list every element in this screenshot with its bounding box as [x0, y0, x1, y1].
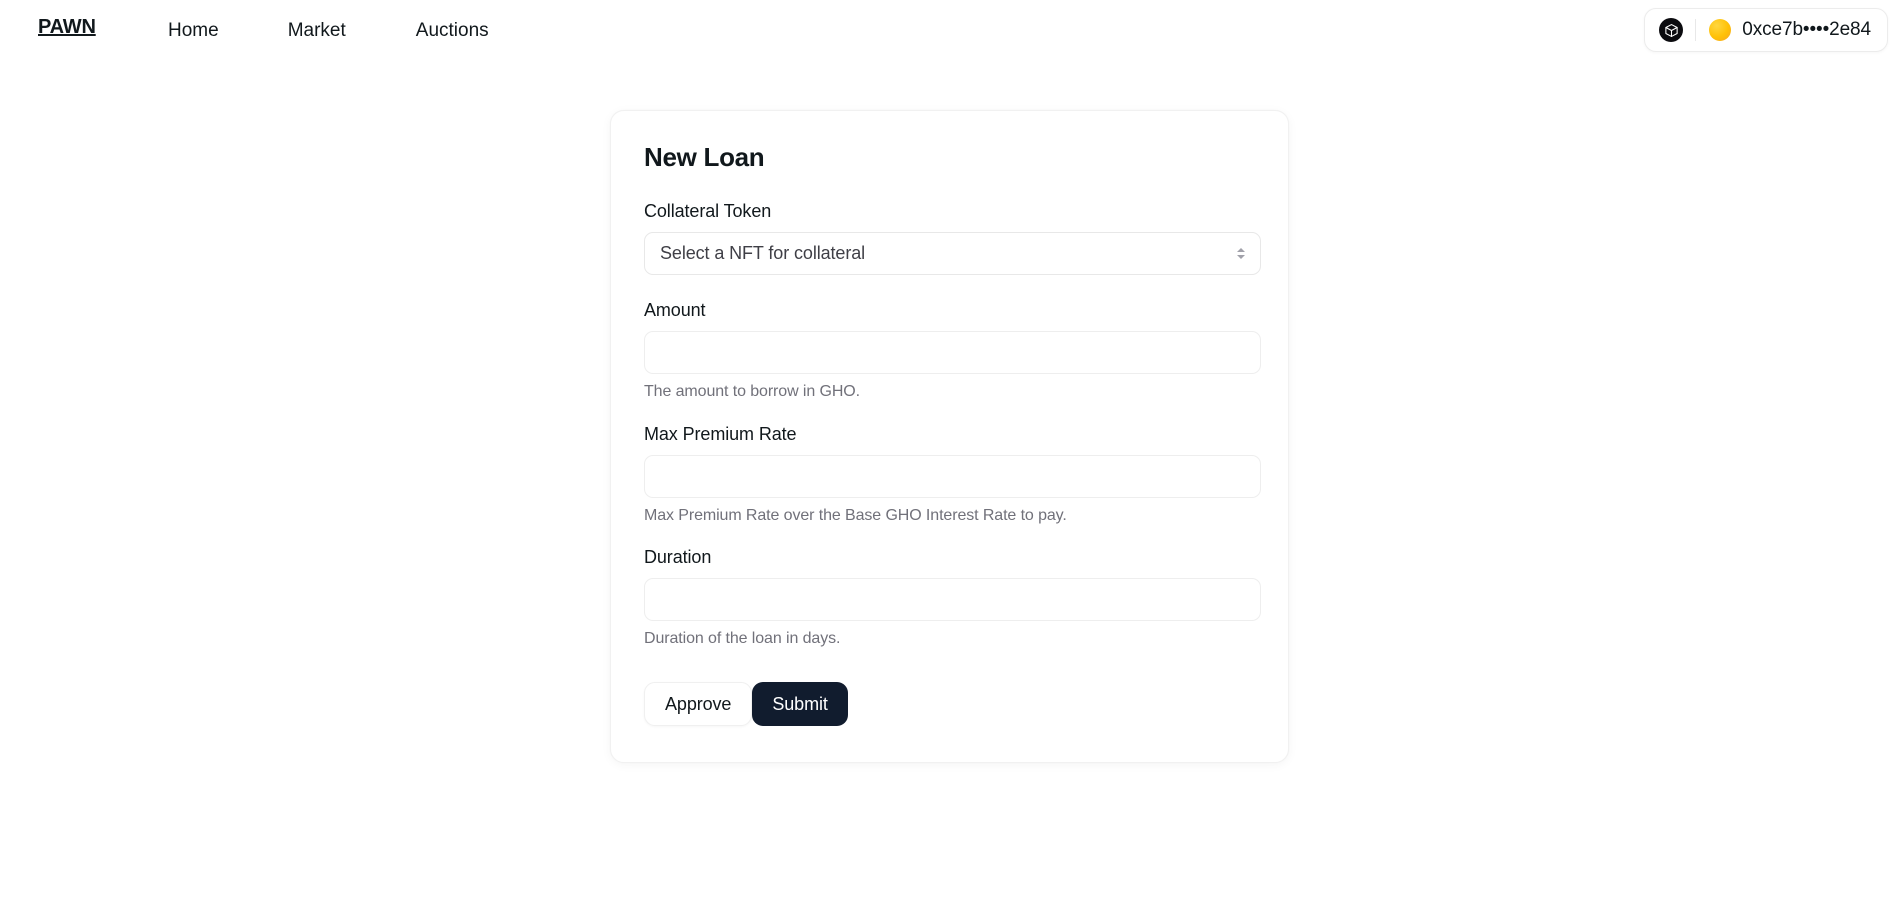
- collateral-token-select-value[interactable]: Select a NFT for collateral: [644, 232, 1261, 275]
- help-duration: Duration of the loan in days.: [644, 630, 841, 647]
- field-max-premium-rate: Max Premium Rate Max Premium Rate over t…: [644, 424, 1261, 525]
- approve-button[interactable]: Approve: [644, 682, 753, 726]
- label-collateral-token: Collateral Token: [644, 201, 772, 221]
- duration-input[interactable]: [644, 578, 1261, 621]
- help-max-premium-rate: Max Premium Rate over the Base GHO Inter…: [644, 507, 1067, 524]
- nav-link-home[interactable]: Home: [168, 20, 219, 42]
- wallet-avatar-icon: [1709, 19, 1732, 41]
- wallet-divider: [1695, 19, 1697, 41]
- nav-links: Home Market Auctions: [168, 20, 489, 42]
- page-title: New Loan: [644, 142, 765, 172]
- cube-icon: [1659, 18, 1684, 42]
- wallet-address: 0xce7b••••2e84: [1742, 19, 1871, 40]
- top-navbar: PAWN Home Market Auctions 0xce7b••••2e84: [0, 0, 1902, 61]
- amount-input[interactable]: [644, 331, 1261, 374]
- form-actions: Approve Submit: [644, 682, 1255, 726]
- max-premium-rate-input[interactable]: [644, 455, 1261, 498]
- field-amount: Amount The amount to borrow in GHO.: [644, 300, 1261, 401]
- label-amount: Amount: [644, 300, 706, 320]
- field-duration: Duration Duration of the loan in days.: [644, 547, 1261, 648]
- help-amount: The amount to borrow in GHO.: [644, 383, 860, 400]
- submit-button[interactable]: Submit: [752, 682, 848, 726]
- brand-logo[interactable]: PAWN: [38, 16, 96, 39]
- nav-link-auctions[interactable]: Auctions: [416, 20, 489, 42]
- label-max-premium-rate: Max Premium Rate: [644, 424, 797, 444]
- field-collateral-token: Collateral Token Select a NFT for collat…: [644, 201, 1261, 275]
- wallet-connect-button[interactable]: 0xce7b••••2e84: [1644, 8, 1888, 52]
- collateral-token-select[interactable]: Select a NFT for collateral: [644, 232, 1261, 275]
- new-loan-card: New Loan Collateral Token Select a NFT f…: [610, 110, 1289, 763]
- nav-link-market[interactable]: Market: [288, 20, 346, 42]
- label-duration: Duration: [644, 547, 712, 567]
